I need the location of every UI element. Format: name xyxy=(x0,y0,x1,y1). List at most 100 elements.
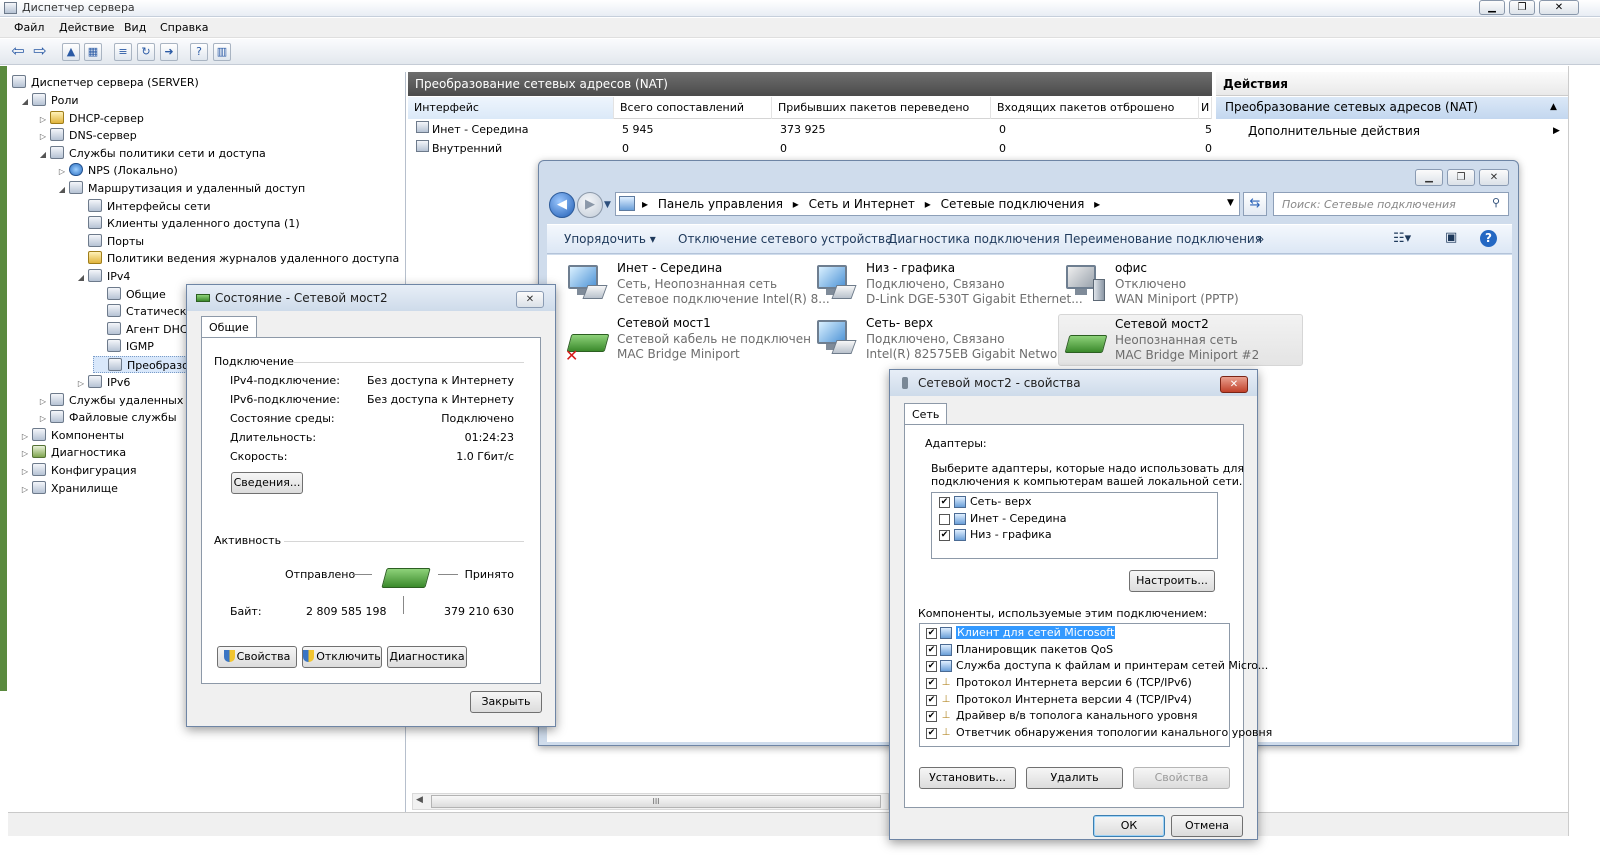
horizontal-scrollbar[interactable]: ◀ III xyxy=(412,793,889,810)
export-icon[interactable]: ➜ xyxy=(160,43,178,61)
component-properties-button[interactable]: Свойства xyxy=(1133,767,1230,789)
disable-button[interactable]: Отключить xyxy=(302,646,382,668)
components-list[interactable]: ✔ Клиент для сетей Microsoft ✔ Планировщ… xyxy=(919,623,1272,747)
net-maximize-button[interactable]: ❐ xyxy=(1447,169,1475,186)
show-actions-icon[interactable]: ▥ xyxy=(213,43,231,61)
net-minimize-button[interactable]: ▁ xyxy=(1415,169,1443,186)
adapter-item[interactable]: Инет - Середина xyxy=(954,512,1066,525)
tree-item-clients[interactable]: Клиенты удаленного доступа (1) xyxy=(74,215,300,232)
menu-help[interactable]: Справка xyxy=(160,21,208,34)
preview-pane-icon[interactable]: ▣ xyxy=(1445,230,1457,245)
refresh-icon[interactable]: ↻ xyxy=(137,43,155,61)
properties-icon[interactable]: ≡ xyxy=(114,43,132,61)
tree-item-static[interactable]: Статическ xyxy=(93,303,186,320)
menu-action[interactable]: Действие xyxy=(59,21,114,34)
table-row[interactable]: Инет - Середина 5 945 373 925 0 5 xyxy=(408,121,1212,139)
view-options-icon[interactable]: ☷▾ xyxy=(1393,231,1411,246)
connection-verh[interactable]: Сеть- верх Подключено, Связано Intel(R) … xyxy=(810,314,1084,366)
col-interface[interactable]: Интерфейс xyxy=(408,97,614,119)
diagnose-button[interactable]: Диагностика xyxy=(387,646,467,668)
menu-file[interactable]: Файл xyxy=(14,21,44,34)
rename-button[interactable]: Переименование подключения xyxy=(1064,232,1262,246)
tree-item-ports[interactable]: Порты xyxy=(74,233,144,250)
back-icon[interactable]: ⇦ xyxy=(9,43,27,61)
breadcrumb-separator[interactable]: ▸ xyxy=(642,197,648,211)
tree-item-npas[interactable]: ◢ Службы политики сети и доступа xyxy=(36,145,266,162)
more-actions-item[interactable]: Дополнительные действия ▶ xyxy=(1216,120,1568,142)
tree-item-diagnostics[interactable]: ▷ Диагностика xyxy=(18,444,126,461)
component-checkbox[interactable]: ✔ xyxy=(926,711,937,722)
tab-general[interactable]: Общие xyxy=(201,316,257,338)
close-button[interactable]: Закрыть xyxy=(470,691,542,713)
col-total-mappings[interactable]: Всего сопоставлений xyxy=(614,97,772,119)
adapter-item[interactable]: Низ - графика xyxy=(954,528,1052,541)
show-tree-icon[interactable]: ▦ xyxy=(84,43,102,61)
tree-item-configuration[interactable]: ▷ Конфигурация xyxy=(18,462,137,479)
net-close-button[interactable]: ✕ xyxy=(1479,169,1509,186)
back-icon[interactable]: ◀ xyxy=(549,192,575,218)
expand-icon[interactable]: ▷ xyxy=(18,481,32,498)
collapse-icon[interactable]: ◢ xyxy=(36,146,50,163)
recent-pages-icon[interactable]: ▼ xyxy=(604,200,611,210)
adapters-list[interactable]: ✔ Сеть- верх Инет - Середина ✔ Низ - гра… xyxy=(931,492,1218,559)
scroll-left-icon[interactable]: ◀ xyxy=(416,795,423,805)
properties-button[interactable]: Свойства xyxy=(217,646,297,668)
breadcrumb-separator[interactable]: ▸ xyxy=(793,197,799,211)
component-checkbox[interactable]: ✔ xyxy=(926,695,937,706)
cancel-button[interactable]: Отмена xyxy=(1171,815,1243,837)
up-folder-icon[interactable]: ▲ xyxy=(62,43,80,61)
adapter-checkbox[interactable] xyxy=(939,514,950,525)
uninstall-button[interactable]: Удалить xyxy=(1026,767,1123,789)
expand-icon[interactable]: ▷ xyxy=(18,428,32,445)
table-row[interactable]: Внутренний 0 0 0 0 xyxy=(408,140,1212,158)
tree-item-dhcp-agent[interactable]: Агент DHC xyxy=(93,321,188,338)
component-item[interactable]: ⊥ Драйвер в/в тополога канального уровня xyxy=(940,709,1198,722)
component-item[interactable]: ⊥ Протокол Интернета версии 6 (TCP/IPv6) xyxy=(940,676,1192,689)
diagnose-button[interactable]: Диагностика подключения xyxy=(888,232,1060,246)
tree-item-roles[interactable]: ◢ Роли xyxy=(18,92,79,109)
breadcrumb-separator[interactable]: ▸ xyxy=(1094,197,1100,211)
refresh-icon[interactable]: ⇆ xyxy=(1243,192,1267,216)
forward-icon[interactable]: ⇨ xyxy=(31,43,49,61)
tree-root[interactable]: Диспетчер сервера (SERVER) xyxy=(12,74,199,91)
component-checkbox[interactable]: ✔ xyxy=(926,678,937,689)
expand-icon[interactable]: ▷ xyxy=(36,410,50,427)
breadcrumb-separator[interactable]: ▸ xyxy=(925,197,931,211)
connection-office[interactable]: офис Отключено WAN Miniport (PPTP) xyxy=(1059,259,1304,311)
expand-icon[interactable]: ▷ xyxy=(36,111,50,128)
adapter-item[interactable]: Сеть- верх xyxy=(954,495,1032,508)
component-checkbox[interactable]: ✔ xyxy=(926,628,937,639)
search-icon[interactable]: ⚲ xyxy=(1492,196,1500,209)
component-item[interactable]: ⊥ Протокол Интернета версии 4 (TCP/IPv4) xyxy=(940,693,1192,706)
connection-bridge1[interactable]: ✕ Сетевой мост1 Сетевой кабель не подклю… xyxy=(561,314,811,366)
col-more[interactable]: И xyxy=(1199,97,1212,119)
tab-network[interactable]: Сеть xyxy=(904,403,948,425)
expand-icon[interactable]: ▷ xyxy=(18,463,32,480)
component-item[interactable]: ⊥ Ответчик обнаружения топологии канально… xyxy=(940,726,1273,739)
status-close-icon[interactable]: ✕ xyxy=(516,291,544,308)
tree-item-dns[interactable]: ▷ DNS-сервер xyxy=(36,127,137,144)
tree-item-dhcp[interactable]: ▷ DHCP-сервер xyxy=(36,110,144,127)
address-dropdown-icon[interactable]: ▼ xyxy=(1227,198,1234,208)
tree-item-nat[interactable]: Преобразо xyxy=(93,356,193,373)
tree-item-interfaces[interactable]: Интерфейсы сети xyxy=(74,198,211,215)
collapse-icon[interactable]: ◢ xyxy=(55,181,69,198)
maximize-button[interactable]: ❐ xyxy=(1509,0,1535,15)
col-inbound-discarded[interactable]: Входящих пакетов отброшено xyxy=(991,97,1199,119)
connection-inet[interactable]: Инет - Середина Сеть, Неопознанная сеть … xyxy=(561,259,830,311)
collapse-icon[interactable]: ◢ xyxy=(74,269,88,286)
organize-button[interactable]: Упорядочить ▾ xyxy=(564,232,656,246)
expand-icon[interactable]: ▷ xyxy=(36,393,50,410)
adapter-checkbox[interactable]: ✔ xyxy=(939,530,950,541)
component-item[interactable]: Служба доступа к файлам и принтерам сете… xyxy=(940,659,1268,672)
tree-item-features[interactable]: ▷ Компоненты xyxy=(18,427,124,444)
configure-button[interactable]: Настроить... xyxy=(1129,570,1215,592)
component-checkbox[interactable]: ✔ xyxy=(926,645,937,656)
search-input[interactable]: Поиск: Сетевые подключения ⚲ xyxy=(1273,192,1509,216)
ok-button[interactable]: ОК xyxy=(1093,815,1165,837)
connection-bridge2[interactable]: Сетевой мост2 Неопознанная сеть MAC Brid… xyxy=(1058,314,1303,366)
adapter-checkbox[interactable]: ✔ xyxy=(939,497,950,508)
breadcrumb-network-connections[interactable]: Сетевые подключения xyxy=(941,197,1085,211)
expand-icon[interactable]: ▷ xyxy=(55,163,69,180)
tree-item-igmp[interactable]: IGMP xyxy=(93,338,154,355)
